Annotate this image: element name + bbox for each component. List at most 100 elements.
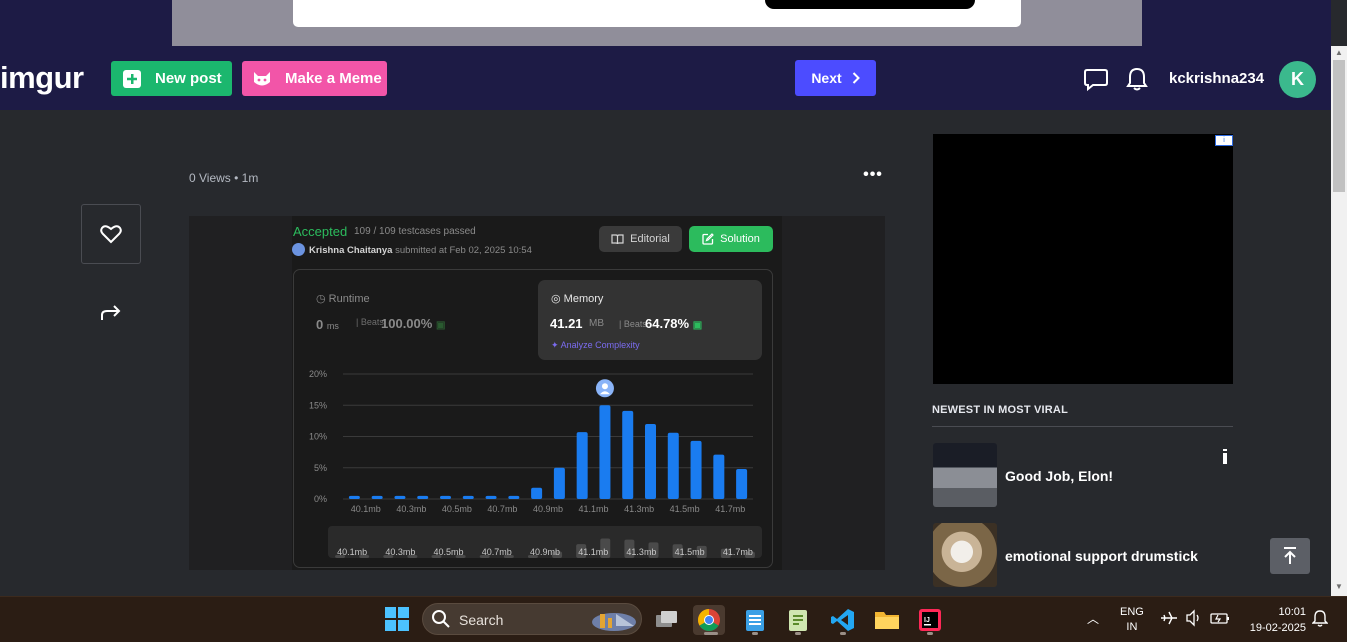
- overview-label: 41.3mb: [626, 547, 656, 557]
- notepad-plus-plus-icon[interactable]: [782, 605, 814, 635]
- heart-icon: [100, 225, 122, 244]
- make-meme-button[interactable]: Make a Meme: [242, 61, 387, 96]
- more-options-icon[interactable]: [1222, 449, 1228, 464]
- chart-bar: [599, 405, 611, 499]
- chart-bar: [667, 432, 679, 499]
- viral-item-title[interactable]: emotional support drumstick: [1005, 548, 1198, 564]
- meme-face-icon: [252, 69, 272, 89]
- leetcode-bot-icon: ▣: [435, 320, 446, 331]
- intellij-icon[interactable]: IJ: [914, 605, 946, 635]
- notepad-icon[interactable]: [739, 605, 771, 635]
- overview-label: 40.9mb: [530, 547, 560, 557]
- chart-bar: [440, 495, 451, 499]
- sparkle-icon: ✦: [551, 340, 559, 350]
- chart-bar: [508, 495, 520, 499]
- viral-item-title[interactable]: Good Job, Elon!: [1005, 468, 1113, 484]
- avatar[interactable]: K: [1279, 61, 1316, 98]
- new-post-button[interactable]: New post: [111, 61, 232, 96]
- chart-bar: [553, 467, 565, 499]
- chart-bar: [622, 410, 634, 499]
- editorial-label: Editorial: [630, 233, 670, 245]
- battery-icon: [1210, 613, 1229, 624]
- language-indicator[interactable]: ENG IN: [1120, 605, 1144, 635]
- like-button[interactable]: [81, 204, 141, 264]
- submitter-avatar: [292, 243, 305, 256]
- back-to-top-button[interactable]: [1270, 538, 1310, 574]
- submitted-at: submitted at Feb 02, 2025 10:54: [395, 245, 532, 256]
- share-button[interactable]: [95, 296, 127, 328]
- leetcode-bot-icon: ▣: [692, 320, 703, 331]
- overview-label: 40.3mb: [385, 547, 415, 557]
- chart-bar: [348, 495, 360, 499]
- scrollbar-thumb[interactable]: [1333, 60, 1345, 192]
- chart-bar: [713, 454, 725, 499]
- vscode-running-indicator: [840, 632, 846, 635]
- file-explorer-icon[interactable]: [871, 605, 903, 635]
- chart-bar: [394, 495, 406, 499]
- overview-label: 41.1mb: [578, 547, 608, 557]
- date: 19-02-2025: [1249, 622, 1306, 634]
- plus-icon: [122, 69, 142, 89]
- x-tick-label: 40.5mb: [442, 504, 472, 514]
- overview-label: 41.5mb: [675, 547, 705, 557]
- runtime-label: ◷ Runtime: [316, 293, 370, 305]
- user-avatar-head: [601, 383, 608, 390]
- task-view-icon[interactable]: [651, 605, 683, 635]
- chart-bar: [417, 495, 429, 499]
- chart-bar: [531, 487, 543, 499]
- x-tick-label: 40.7mb: [487, 504, 517, 514]
- notification-bell-icon[interactable]: [1311, 609, 1329, 632]
- accepted-status: Accepted: [293, 224, 348, 239]
- x-tick-label: 41.5mb: [670, 504, 700, 514]
- username[interactable]: kckrishna234: [1169, 70, 1264, 87]
- overview-label: 40.5mb: [434, 547, 464, 557]
- x-tick-label: 40.9mb: [533, 504, 563, 514]
- divider: [932, 426, 1233, 427]
- scroll-down-arrow-icon[interactable]: ▼: [1331, 580, 1347, 594]
- solution-label: Solution: [720, 233, 760, 245]
- overview-label: 40.7mb: [482, 547, 512, 557]
- scroll-up-arrow-icon[interactable]: ▲: [1331, 46, 1347, 60]
- y-tick-label: 5%: [314, 463, 327, 473]
- search-icon: [431, 609, 451, 634]
- overview-label: 40.1mb: [337, 547, 367, 557]
- x-tick-label: 41.7mb: [715, 504, 745, 514]
- x-tick-label: 41.3mb: [624, 504, 654, 514]
- chrome-icon[interactable]: [693, 605, 725, 635]
- chat-icon[interactable]: [1083, 66, 1109, 97]
- intellij-running-indicator: [927, 632, 933, 635]
- book-icon: [611, 233, 624, 244]
- share-arrow-icon: [101, 305, 121, 320]
- chart-bar: [690, 440, 702, 499]
- y-tick-label: 10%: [309, 432, 327, 442]
- bell-icon[interactable]: [1126, 66, 1148, 97]
- time: 10:01: [1278, 606, 1306, 618]
- ad-info-icon[interactable]: i: [1215, 135, 1233, 146]
- imgur-logo[interactable]: imgur: [0, 60, 84, 96]
- video-ad[interactable]: [933, 134, 1233, 384]
- viral-item-thumbnail[interactable]: [933, 443, 997, 507]
- runtime-beats-label: | Beats: [356, 317, 384, 327]
- next-post-button[interactable]: Next: [795, 60, 876, 96]
- top-ad-banner-button[interactable]: [765, 0, 975, 9]
- y-tick-label: 20%: [309, 369, 327, 379]
- edit-icon: [702, 233, 714, 245]
- windows-start-icon[interactable]: [385, 607, 409, 636]
- editorial-button: Editorial: [599, 226, 682, 252]
- memory-beats-label: | Beats: [619, 319, 647, 329]
- runtime-beats-pct: 100.00% ▣: [381, 316, 446, 331]
- newest-in-most-viral-heading: NEWEST IN MOST VIRAL: [932, 404, 1068, 416]
- vscode-icon[interactable]: [827, 605, 859, 635]
- chart-bar: [485, 495, 497, 499]
- system-tray[interactable]: [1160, 609, 1230, 627]
- chrome-active-indicator: [704, 632, 718, 635]
- chevron-right-icon: [852, 72, 860, 84]
- submitter-name: Krishna Chaitanya: [309, 245, 393, 256]
- chevron-up-icon[interactable]: ︿: [1087, 610, 1099, 627]
- chart-bar: [576, 432, 588, 499]
- post-meta: 0 Views • 1m: [189, 171, 259, 185]
- taskbar-clock[interactable]: 10:01 19-02-2025: [1240, 604, 1306, 636]
- post-options-button[interactable]: •••: [863, 166, 883, 186]
- runtime-value: 0 ms: [316, 317, 339, 332]
- viral-item-thumbnail[interactable]: [933, 523, 997, 587]
